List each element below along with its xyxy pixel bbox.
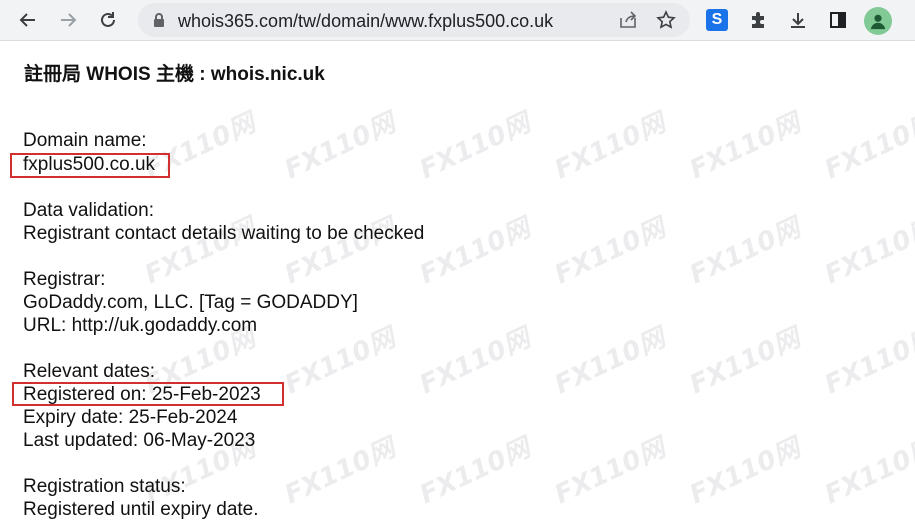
registrar-label: Registrar:: [23, 269, 106, 290]
sidepanel-icon: [830, 12, 846, 28]
watermark: FX110网: [685, 323, 805, 401]
watermark: FX110网: [280, 433, 400, 511]
last-updated: Last updated: 06-May-2023: [23, 430, 256, 451]
lock-icon[interactable]: [152, 12, 166, 28]
watermark: FX110网: [280, 213, 400, 291]
watermark: FX110网: [550, 433, 670, 511]
watermark: FX110网: [415, 213, 535, 291]
profile-icon: [870, 14, 886, 30]
expiry-date: Expiry date: 25-Feb-2024: [23, 407, 238, 428]
registrar-name: GoDaddy.com, LLC. [Tag = GODADDY]: [23, 292, 358, 313]
star-icon[interactable]: [656, 10, 676, 30]
domain-name-value: fxplus500.co.uk: [23, 154, 156, 175]
page-content: FX110网 FX110网 FX110网 FX110网 FX110网 FX110…: [0, 41, 915, 530]
watermark: FX110网: [685, 108, 805, 186]
share-icon[interactable]: [618, 10, 638, 30]
puzzle-icon: [752, 12, 764, 28]
back-arrow-icon: [19, 13, 35, 27]
watermark: FX110网: [820, 323, 915, 401]
forward-arrow-icon: [61, 13, 77, 27]
watermark: FX110网: [820, 213, 915, 291]
watermark: FX110网: [685, 213, 805, 291]
watermark: FX110网: [415, 108, 535, 186]
whois-server-heading: 註冊局 WHOIS 主機 : whois.nic.uk: [24, 64, 325, 85]
url-text[interactable]: whois365.com/tw/domain/www.fxplus500.co.…: [178, 11, 553, 32]
download-icon: [791, 13, 805, 28]
watermark: FX110网: [550, 213, 670, 291]
profile-button[interactable]: [864, 7, 892, 35]
download-button[interactable]: [784, 6, 812, 34]
watermark: FX110网: [550, 323, 670, 401]
watermark: FX110网: [415, 433, 535, 511]
watermark: FX110网: [280, 323, 400, 401]
watermark: FX110网: [280, 108, 400, 186]
registered-on: Registered on: 25-Feb-2023: [23, 384, 261, 405]
data-validation-value: Registrant contact details waiting to be…: [23, 223, 425, 244]
forward-button[interactable]: [54, 6, 82, 34]
browser-toolbar: whois365.com/tw/domain/www.fxplus500.co.…: [0, 0, 915, 41]
watermark: FX110网: [415, 323, 535, 401]
watermark: FX110网: [820, 108, 915, 186]
address-bar[interactable]: whois365.com/tw/domain/www.fxplus500.co.…: [138, 3, 690, 37]
watermark: FX110网: [685, 433, 805, 511]
watermark: FX110网: [820, 433, 915, 511]
reload-icon: [101, 12, 115, 27]
relevant-dates-label: Relevant dates:: [23, 361, 156, 382]
domain-name-label: Domain name:: [23, 130, 147, 151]
watermark: FX110网: [140, 213, 260, 291]
registrar-url: URL: http://uk.godaddy.com: [23, 315, 258, 336]
watermark: FX110网: [550, 108, 670, 186]
registration-status-label: Registration status:: [23, 476, 186, 497]
sidepanel-button[interactable]: [824, 6, 852, 34]
reload-button[interactable]: [94, 6, 122, 34]
extension-s-icon[interactable]: S: [706, 9, 728, 31]
data-validation-label: Data validation:: [23, 200, 154, 221]
extensions-button[interactable]: [744, 6, 772, 34]
registration-status-value: Registered until expiry date.: [23, 499, 259, 520]
back-button[interactable]: [14, 6, 42, 34]
